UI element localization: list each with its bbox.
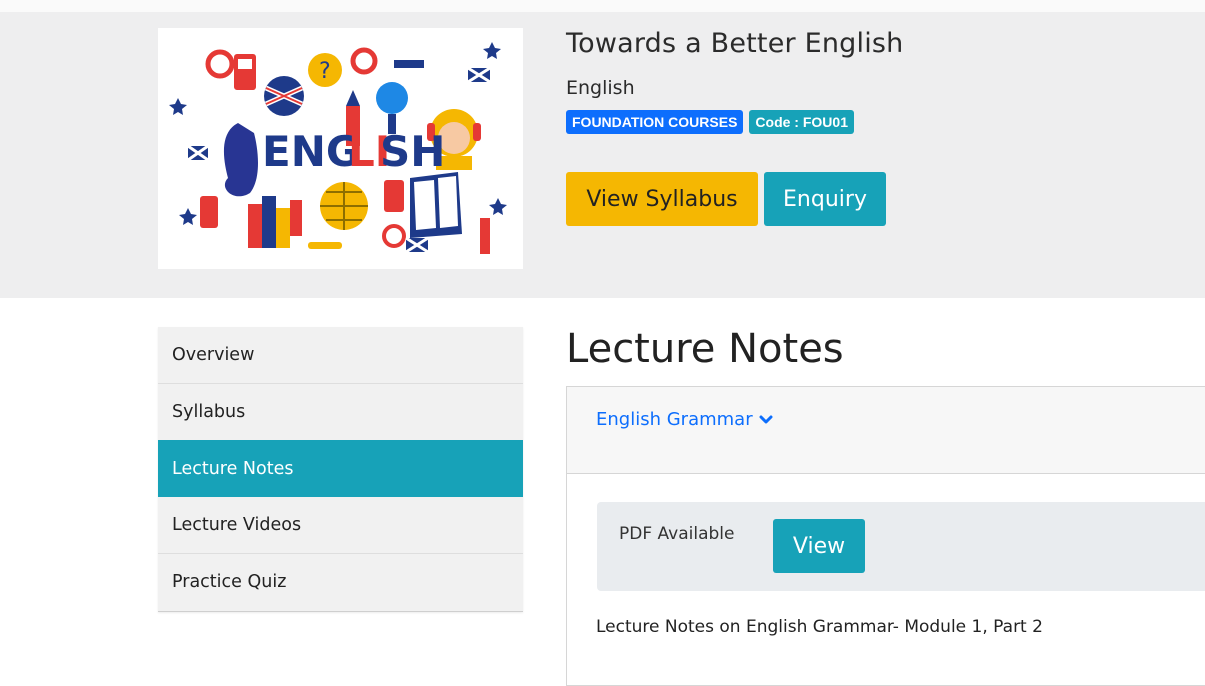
lecture-notes-description: Lecture Notes on English Grammar- Module… <box>596 617 1043 637</box>
accordion-toggle[interactable]: English Grammar <box>596 409 773 430</box>
pdf-available-label: PDF Available <box>619 524 735 544</box>
view-pdf-button[interactable]: View <box>773 519 865 573</box>
svg-text:?: ? <box>319 59 331 84</box>
course-image: ? ENG LI SH <box>158 28 523 269</box>
pdf-available-box: PDF Available View <box>597 502 1205 591</box>
english-illustration: ? ENG LI SH <box>169 42 507 254</box>
svg-text:SH: SH <box>380 127 445 176</box>
sidebar-item-lecture-notes[interactable]: Lecture Notes <box>158 440 523 497</box>
enquiry-button[interactable]: Enquiry <box>764 172 886 226</box>
sidebar-item-overview[interactable]: Overview <box>158 327 523 384</box>
accordion-header: English Grammar <box>567 387 1205 474</box>
top-strip <box>0 0 1205 12</box>
badge-row: FOUNDATION COURSES Code : FOU01 <box>566 110 854 134</box>
accordion-title: English Grammar <box>596 409 753 430</box>
course-code-badge: Code : FOU01 <box>749 110 854 134</box>
lecture-notes-accordion: English Grammar PDF Available View Lectu… <box>566 386 1205 686</box>
view-syllabus-button[interactable]: View Syllabus <box>566 172 758 226</box>
course-subject: English <box>566 77 635 99</box>
sidebar-item-syllabus[interactable]: Syllabus <box>158 384 523 441</box>
course-title: Towards a Better English <box>566 28 904 59</box>
course-sidebar: Overview Syllabus Lecture Notes Lecture … <box>158 327 523 612</box>
svg-text:ENG: ENG <box>262 127 360 176</box>
sidebar-item-lecture-videos[interactable]: Lecture Videos <box>158 497 523 554</box>
page-title: Lecture Notes <box>566 326 844 372</box>
chevron-down-icon <box>759 415 773 423</box>
category-badge: FOUNDATION COURSES <box>566 110 744 134</box>
sidebar-item-practice-quiz[interactable]: Practice Quiz <box>158 553 523 610</box>
